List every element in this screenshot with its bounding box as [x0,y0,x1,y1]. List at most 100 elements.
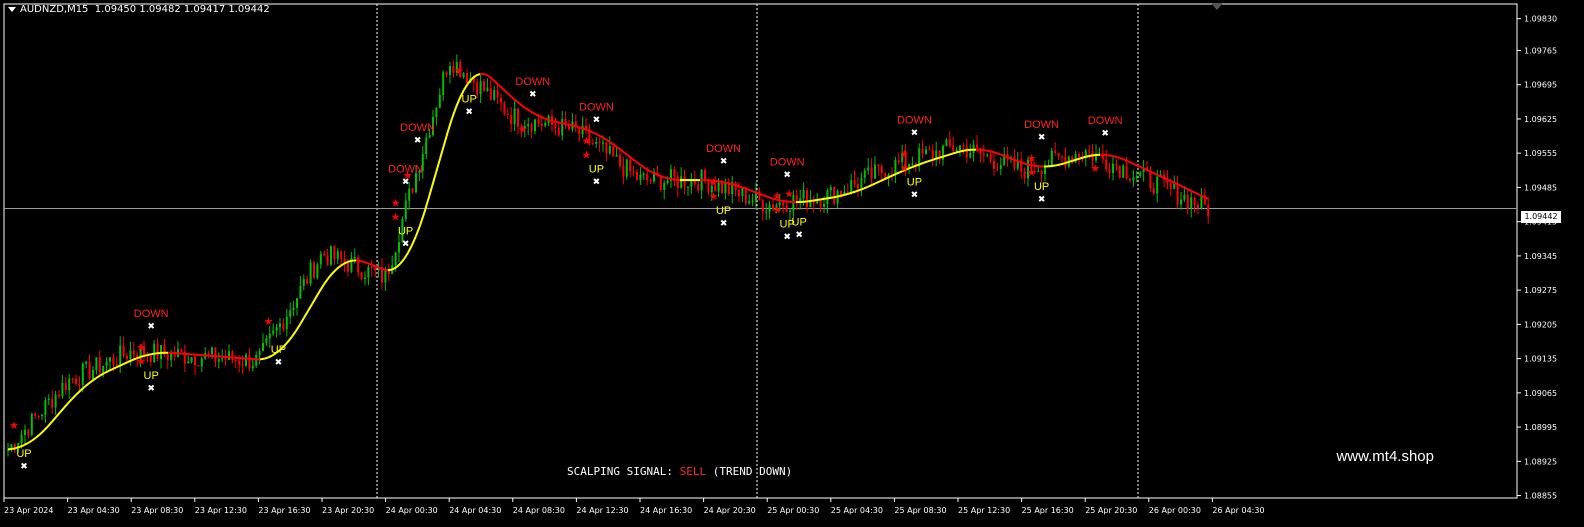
bull-candle [316,264,319,278]
ma-segment [835,195,841,198]
up-signal-label: UP [792,217,807,229]
ma-segment [123,361,129,365]
y-tick-label: 1.09205 [1524,320,1557,329]
ma-segment [1055,163,1061,167]
ma-segment [451,106,457,119]
signal-star-icon: ★ [1027,152,1037,165]
x-tick-label: 23 Apr 12:30 [195,506,247,515]
ma-segment [547,118,553,122]
ma-segment [571,124,577,128]
bull-candle [30,413,33,436]
signal-cross-icon: ✖ [795,231,803,241]
bull-candle [217,359,220,362]
ma-segment [551,119,557,123]
ma-segment [287,336,293,343]
ma-segment [723,181,729,185]
ma-segment [1107,154,1113,157]
signal-star-icon: ★ [518,123,528,136]
signal-star-icon: ★ [899,147,909,160]
bear-candle [605,142,608,154]
bull-candle [741,187,744,196]
ma-segment [783,200,789,203]
ma-segment [855,188,861,193]
ma-segment [315,290,321,298]
bear-candle [1193,197,1196,205]
bull-candle [296,298,298,308]
watermark: www.mt4.shop [1336,448,1434,465]
bull-candle [102,365,105,373]
ma-segment [1051,164,1057,168]
signal-cross-icon: ✖ [1038,195,1046,205]
down-signal-label: DOWN [400,122,435,134]
ma-segment [879,178,885,183]
x-tick-label: 26 Apr 00:30 [1149,506,1201,515]
ma-segment [1179,184,1185,189]
ma-segment [951,151,957,155]
ma-segment [867,184,873,188]
signal-cross-icon: ✖ [275,358,283,368]
bear-candle [214,347,217,362]
x-tick-label: 23 Apr 04:30 [68,506,120,515]
bear-candle [1129,178,1131,181]
chart-shift-marker-icon[interactable] [1211,3,1223,10]
bull-candle [41,414,43,417]
bull-candle [765,211,768,213]
ma-segment [331,268,337,275]
signal-star-icon: ★ [454,64,464,77]
bull-candle [299,285,302,299]
bear-candle [870,167,873,179]
ma-segment [995,151,1001,156]
bear-candle [64,382,67,391]
ma-segment [595,133,601,137]
bear-candle [1152,188,1155,194]
bear-candle [156,343,159,360]
bull-candle [829,187,832,191]
bull-candle [425,137,428,155]
ma-segment [111,366,117,371]
down-signal-label: DOWN [134,308,169,320]
ma-segment [523,106,529,111]
bull-candle [415,172,417,193]
signal-star-icon: ★ [391,197,401,210]
bull-candle [211,347,213,354]
x-tick-label: 24 Apr 12:30 [576,506,628,515]
ma-segment [443,130,449,146]
signal-cross-icon: ✖ [911,190,919,200]
y-tick-label: 1.08855 [1524,492,1557,501]
signal-cross-icon: ✖ [20,462,28,472]
bull-candle [986,154,989,156]
bull-candle [61,382,64,397]
ma-segment [311,296,317,305]
signal-value: SELL [679,465,707,478]
y-tick-label: 1.09485 [1524,183,1557,192]
ma-segment [1015,159,1021,163]
ma-segment [919,161,925,166]
bull-candle [364,277,366,280]
ma-segment [827,196,833,200]
bear-candle [489,87,492,100]
bear-candle [795,195,798,201]
bull-candle [493,89,496,100]
ma-segment [763,194,769,199]
bear-candle [557,128,560,136]
bull-candle [595,141,598,144]
ma-segment [1135,164,1141,168]
bear-candle [965,146,968,158]
ma-segment [539,115,545,120]
dropdown-triangle-icon[interactable] [8,6,16,12]
bear-candle [1149,171,1152,189]
ma-segment [1187,188,1193,193]
ma-segment [403,252,409,260]
bull-candle [129,350,132,360]
bear-candle [683,176,686,188]
bull-candle [544,123,547,126]
bear-candle [483,81,485,91]
ma-segment [475,73,481,77]
ma-segment [1079,156,1085,160]
ma-segment [63,402,69,409]
ma-segment [923,160,929,164]
bull-candle [449,65,451,75]
ma-segment [619,148,625,154]
bear-candle [877,164,880,167]
bear-candle [646,173,649,181]
